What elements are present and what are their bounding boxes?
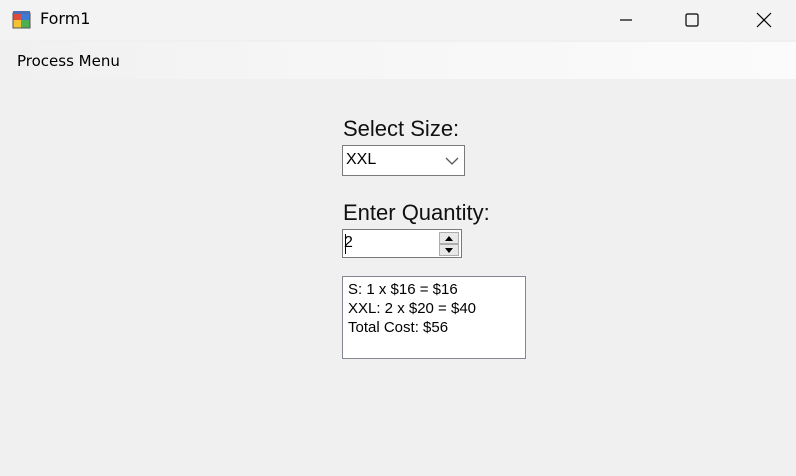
close-icon xyxy=(756,12,772,28)
maximize-icon xyxy=(685,13,699,27)
chevron-down-icon[interactable] xyxy=(445,155,459,167)
spin-down-button[interactable] xyxy=(439,244,459,256)
spin-up-button[interactable] xyxy=(439,232,459,244)
triangle-up-icon xyxy=(445,235,453,241)
spin-buttons xyxy=(439,232,459,256)
size-combobox[interactable]: XXL xyxy=(342,145,465,176)
list-item[interactable]: S: 1 x $16 = $16 xyxy=(348,281,458,298)
minimize-button[interactable] xyxy=(598,0,654,40)
close-button[interactable] xyxy=(736,0,792,40)
list-item[interactable]: Total Cost: $56 xyxy=(348,319,448,336)
maximize-button[interactable] xyxy=(664,0,720,40)
menu-item-process[interactable]: Process Menu xyxy=(17,52,120,70)
text-caret xyxy=(345,234,346,254)
triangle-down-icon xyxy=(445,247,453,253)
minimize-icon xyxy=(620,19,632,21)
menu-bar: Process Menu xyxy=(0,42,796,79)
title-bar[interactable]: Form1 xyxy=(0,0,796,40)
size-selected-value: XXL xyxy=(346,151,377,168)
order-summary-listbox[interactable]: S: 1 x $16 = $16 XXL: 2 x $20 = $40 Tota… xyxy=(342,276,526,359)
app-icon[interactable] xyxy=(12,10,32,30)
quantity-label: Enter Quantity: xyxy=(343,200,490,225)
list-item[interactable]: XXL: 2 x $20 = $40 xyxy=(348,300,476,317)
size-label: Select Size: xyxy=(343,116,460,141)
quantity-stepper[interactable]: 2 xyxy=(342,229,462,258)
window-title: Form1 xyxy=(40,9,91,28)
